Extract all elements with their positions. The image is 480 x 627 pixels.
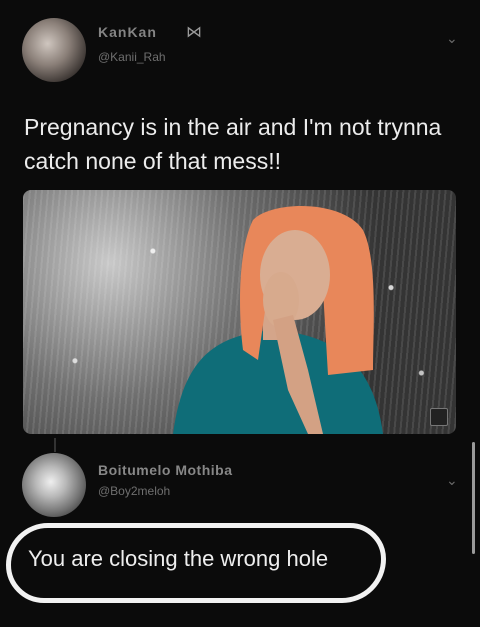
person-figure	[173, 206, 383, 434]
tweet-author-handle[interactable]: @Kanii_Rah	[98, 50, 166, 64]
tweet-author-name[interactable]: KanKan	[98, 24, 157, 40]
thread-connector-line	[54, 438, 56, 452]
scrollbar-thumb[interactable]	[472, 442, 475, 554]
reply-avatar[interactable]	[22, 453, 86, 517]
reply-author-handle[interactable]: @Boy2meloh	[98, 484, 170, 498]
chevron-down-icon[interactable]: ⌄	[446, 30, 458, 47]
reply-author-name[interactable]: Boitumelo Mothiba	[98, 462, 233, 478]
image-icon	[430, 408, 448, 426]
tweet-media-image[interactable]	[23, 190, 456, 434]
tweet-avatar[interactable]	[22, 18, 86, 82]
bow-icon: ⋈	[186, 24, 202, 41]
chevron-down-icon[interactable]: ⌄	[446, 472, 458, 489]
tweet-text: Pregnancy is in the air and I'm not tryn…	[24, 114, 442, 174]
reply-text: You are closing the wrong hole	[28, 546, 329, 571]
